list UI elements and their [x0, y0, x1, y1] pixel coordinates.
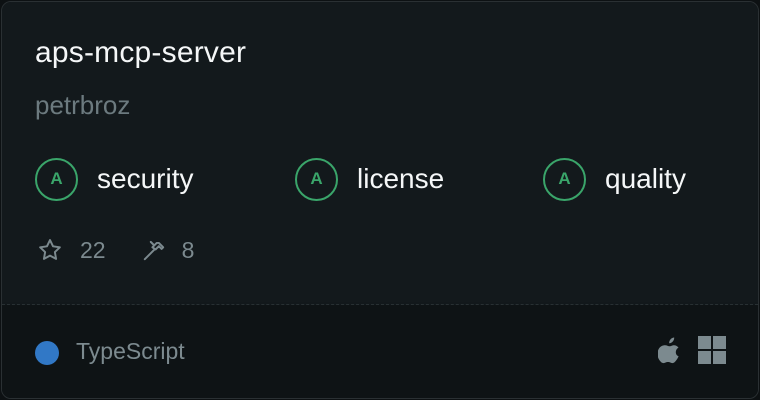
grade-badge: A — [35, 157, 78, 201]
tool-count: 8 — [181, 236, 195, 263]
grade-label: quality — [605, 163, 686, 194]
grade-quality: A quality — [543, 155, 686, 203]
star-count: 22 — [80, 236, 106, 263]
server-card[interactable]: aps-mcp-server petrbroz A security A lic… — [1, 1, 759, 399]
grade-badge: A — [543, 157, 586, 201]
language-name: TypeScript — [76, 338, 185, 364]
grade-label: license — [357, 163, 445, 194]
language-color-dot — [35, 341, 59, 365]
star-icon — [36, 236, 64, 264]
grade-badge: A — [295, 157, 338, 201]
hammer-icon — [140, 236, 168, 264]
grade-label: security — [97, 163, 194, 194]
grade-license: A license — [295, 155, 444, 203]
repo-stats: 22 8 — [36, 234, 194, 266]
repo-title[interactable]: aps-mcp-server — [35, 36, 246, 70]
grade-security: A security — [35, 155, 193, 203]
platform-list — [657, 335, 726, 369]
apple-icon — [657, 336, 682, 369]
windows-icon — [698, 335, 726, 369]
repo-owner[interactable]: petrbroz — [35, 90, 130, 121]
